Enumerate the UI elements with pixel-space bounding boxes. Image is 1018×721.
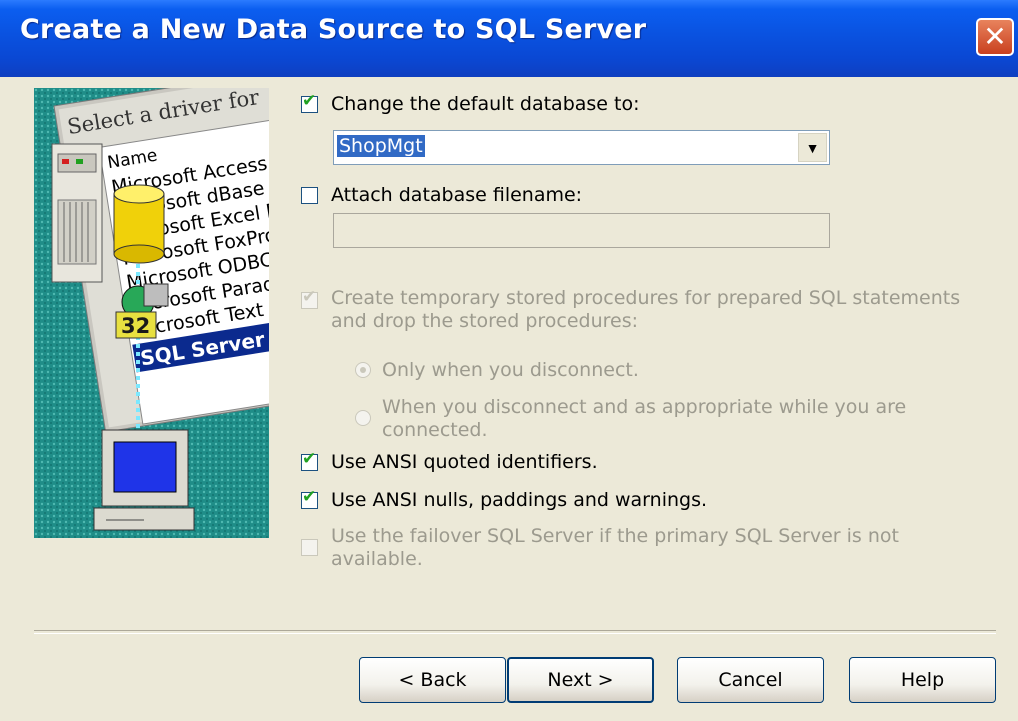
next-button[interactable]: Next >	[507, 657, 654, 703]
failover-label-line1: Use the failover SQL Server if the prima…	[331, 525, 899, 547]
change-default-db-label: Change the default database to:	[331, 93, 640, 115]
checkmark-icon: ✔	[302, 486, 317, 507]
server-icon	[51, 143, 103, 283]
when-disconnect-option[interactable]: When you disconnect and as appropriate w…	[355, 396, 906, 442]
dialog-body: Select a driver for Name Microsoft Acces…	[0, 77, 1018, 721]
database-icon	[113, 184, 165, 264]
when-disconnect-label-line2: connected.	[382, 419, 488, 441]
ansi-nulls-option[interactable]: ✔ Use ANSI nulls, paddings and warnings.	[301, 486, 708, 511]
cancel-button[interactable]: Cancel	[677, 657, 824, 703]
divider	[34, 630, 996, 634]
failover-option[interactable]: Use the failover SQL Server if the prima…	[301, 525, 899, 571]
when-disconnect-label: When you disconnect and as appropriate w…	[382, 396, 906, 442]
failover-checkbox[interactable]	[301, 539, 318, 556]
computer-icon	[93, 429, 195, 531]
temp-procs-checkbox[interactable]: ✔	[301, 287, 318, 309]
close-icon: ✕	[983, 20, 1007, 53]
help-button[interactable]: Help	[849, 657, 996, 703]
close-button[interactable]: ✕	[976, 18, 1014, 56]
ansi-quoted-checkbox[interactable]: ✔	[301, 448, 318, 471]
illustration-graphic: Select a driver for Name Microsoft Acces…	[34, 88, 269, 538]
attach-db-filename-input[interactable]	[333, 213, 830, 248]
failover-label-line2: available.	[331, 548, 423, 570]
window-title: Create a New Data Source to SQL Server	[20, 14, 647, 45]
change-default-db-checkbox[interactable]: ✔	[301, 90, 318, 113]
ansi-nulls-label: Use ANSI nulls, paddings and warnings.	[331, 489, 708, 511]
default-database-value: ShopMgt	[337, 135, 425, 157]
only-disconnect-radio[interactable]	[355, 362, 371, 378]
dialog-window: Create a New Data Source to SQL Server ✕	[0, 0, 1018, 721]
checkmark-icon: ✔	[302, 287, 317, 307]
ansi-nulls-checkbox[interactable]: ✔	[301, 486, 318, 509]
temp-procs-label-line2: and drop the stored procedures:	[331, 310, 639, 332]
only-disconnect-label: Only when you disconnect.	[382, 359, 639, 381]
when-disconnect-label-line1: When you disconnect and as appropriate w…	[382, 396, 907, 418]
default-database-combobox[interactable]: ShopMgt ▼	[333, 130, 830, 165]
temp-procs-label: Create temporary stored procedures for p…	[331, 287, 960, 333]
checkmark-icon: ✔	[302, 448, 317, 469]
only-disconnect-option[interactable]: Only when you disconnect.	[355, 359, 639, 381]
attach-db-option[interactable]: Attach database filename:	[301, 184, 582, 206]
badge-32: 32	[121, 314, 150, 338]
ansi-quoted-option[interactable]: ✔ Use ANSI quoted identifiers.	[301, 448, 598, 473]
wizard-illustration: Select a driver for Name Microsoft Acces…	[34, 88, 269, 538]
when-disconnect-radio[interactable]	[355, 410, 371, 426]
temp-procs-option[interactable]: ✔ Create temporary stored procedures for…	[301, 287, 960, 333]
attach-db-checkbox[interactable]	[301, 186, 318, 204]
dropdown-arrow-icon[interactable]: ▼	[798, 133, 827, 162]
title-bar[interactable]: Create a New Data Source to SQL Server ✕	[0, 0, 1018, 77]
checkmark-icon: ✔	[302, 90, 317, 111]
back-button[interactable]: < Back	[359, 657, 506, 703]
temp-procs-label-line1: Create temporary stored procedures for p…	[331, 287, 961, 309]
attach-db-label: Attach database filename:	[331, 184, 583, 206]
failover-label: Use the failover SQL Server if the prima…	[331, 525, 899, 571]
change-default-db-option[interactable]: ✔ Change the default database to:	[301, 90, 640, 115]
ansi-quoted-label: Use ANSI quoted identifiers.	[331, 451, 598, 473]
